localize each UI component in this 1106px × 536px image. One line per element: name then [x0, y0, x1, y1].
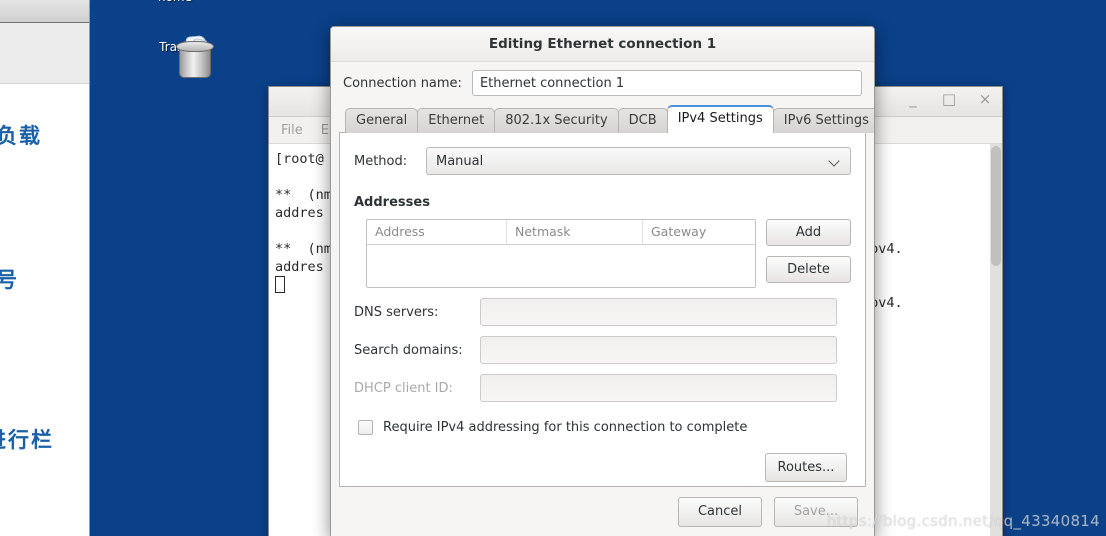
column-header-address[interactable]: Address: [367, 220, 507, 244]
terminal-menu-edit[interactable]: E: [321, 123, 329, 138]
tab-ipv4-settings[interactable]: IPv4 Settings: [667, 105, 774, 133]
require-ipv4-checkbox[interactable]: [358, 420, 373, 435]
desktop-icon-trash[interactable]: Trash: [130, 36, 220, 54]
routes-row: Routes...: [354, 453, 847, 482]
terminal-cursor: [275, 276, 285, 293]
terminal-scrollbar-thumb[interactable]: [991, 146, 1001, 266]
minimize-icon[interactable]: _: [904, 90, 922, 108]
terminal-scrollbar[interactable]: [990, 144, 1002, 536]
tab-ipv6-settings[interactable]: IPv6 Settings: [773, 108, 875, 133]
desktop-icon-home[interactable]: home: [130, 0, 220, 4]
connection-name-label: Connection name:: [343, 76, 462, 91]
tab-dcb[interactable]: DCB: [618, 108, 668, 133]
dialog-title: Editing Ethernet connection 1: [331, 27, 874, 62]
addresses-buttons: Add Delete: [766, 219, 851, 283]
edit-connection-dialog: Editing Ethernet connection 1 Connection…: [330, 26, 875, 536]
close-icon[interactable]: ×: [976, 90, 994, 108]
method-dropdown[interactable]: Manual: [426, 147, 851, 175]
cancel-button[interactable]: Cancel: [678, 497, 762, 527]
require-ipv4-label: Require IPv4 addressing for this connect…: [383, 420, 747, 435]
method-selected-value: Manual: [436, 154, 483, 169]
watermark: https://blog.csdn.net/qq_43340814: [827, 512, 1100, 530]
require-ipv4-row[interactable]: Require IPv4 addressing for this connect…: [358, 420, 851, 435]
screen-root: 该的负载 序 进程 起信号 务进行栏 home Trash _ □: [0, 0, 1106, 536]
method-row: Method: Manual: [354, 147, 851, 175]
desktop-icon-home-label: home: [158, 0, 192, 4]
trash-lid: [176, 41, 214, 52]
settings-tabbar: General Ethernet 802.1x Security DCB IPv…: [331, 106, 874, 133]
dhcp-client-id-input: [480, 374, 837, 402]
ipv4-settings-panel: Method: Manual Addresses Address Netmask…: [339, 132, 866, 487]
dns-servers-row: DNS servers:: [354, 298, 851, 326]
background-text-line-5: 起信号: [0, 264, 19, 294]
background-window-titlebar: [0, 0, 89, 23]
search-domains-row: Search domains:: [354, 336, 851, 364]
connection-name-input[interactable]: [472, 70, 862, 96]
search-domains-input[interactable]: [480, 336, 837, 364]
background-text-line-1: 该的负载: [0, 120, 42, 150]
column-header-gateway[interactable]: Gateway: [643, 220, 755, 244]
addresses-table-header: Address Netmask Gateway: [367, 220, 755, 245]
tab-general[interactable]: General: [345, 108, 418, 133]
column-header-netmask[interactable]: Netmask: [507, 220, 643, 244]
background-document-window[interactable]: 该的负载 序 进程 起信号 务进行栏: [0, 0, 90, 536]
dialog-action-bar: Cancel Save...: [331, 487, 874, 536]
chevron-down-icon: [829, 155, 841, 167]
background-window-toolbar: [0, 23, 89, 84]
routes-button[interactable]: Routes...: [765, 453, 847, 482]
addresses-table[interactable]: Address Netmask Gateway: [366, 219, 756, 288]
maximize-icon[interactable]: □: [940, 90, 958, 108]
addresses-row: Address Netmask Gateway Add Delete: [366, 219, 851, 288]
connection-name-row: Connection name:: [331, 62, 874, 106]
addresses-table-body[interactable]: [367, 245, 755, 288]
tab-8021x-security[interactable]: 802.1x Security: [494, 108, 618, 133]
delete-address-button[interactable]: Delete: [766, 256, 851, 283]
addresses-section-title: Addresses: [354, 195, 851, 210]
terminal-menu-file[interactable]: File: [281, 123, 303, 138]
dns-servers-input[interactable]: [480, 298, 837, 326]
search-domains-label: Search domains:: [354, 343, 470, 358]
dns-servers-label: DNS servers:: [354, 305, 470, 320]
dhcp-client-id-label: DHCP client ID:: [354, 381, 470, 396]
tab-ethernet[interactable]: Ethernet: [417, 108, 495, 133]
add-address-button[interactable]: Add: [766, 219, 851, 246]
background-text-line-6: 务进行栏: [0, 424, 54, 454]
terminal-window-buttons: _ □ ×: [904, 90, 994, 108]
dhcp-client-id-row: DHCP client ID:: [354, 374, 851, 402]
background-window-body: 该的负载 序 进程 起信号 务进行栏: [0, 84, 89, 536]
method-label: Method:: [354, 154, 414, 169]
